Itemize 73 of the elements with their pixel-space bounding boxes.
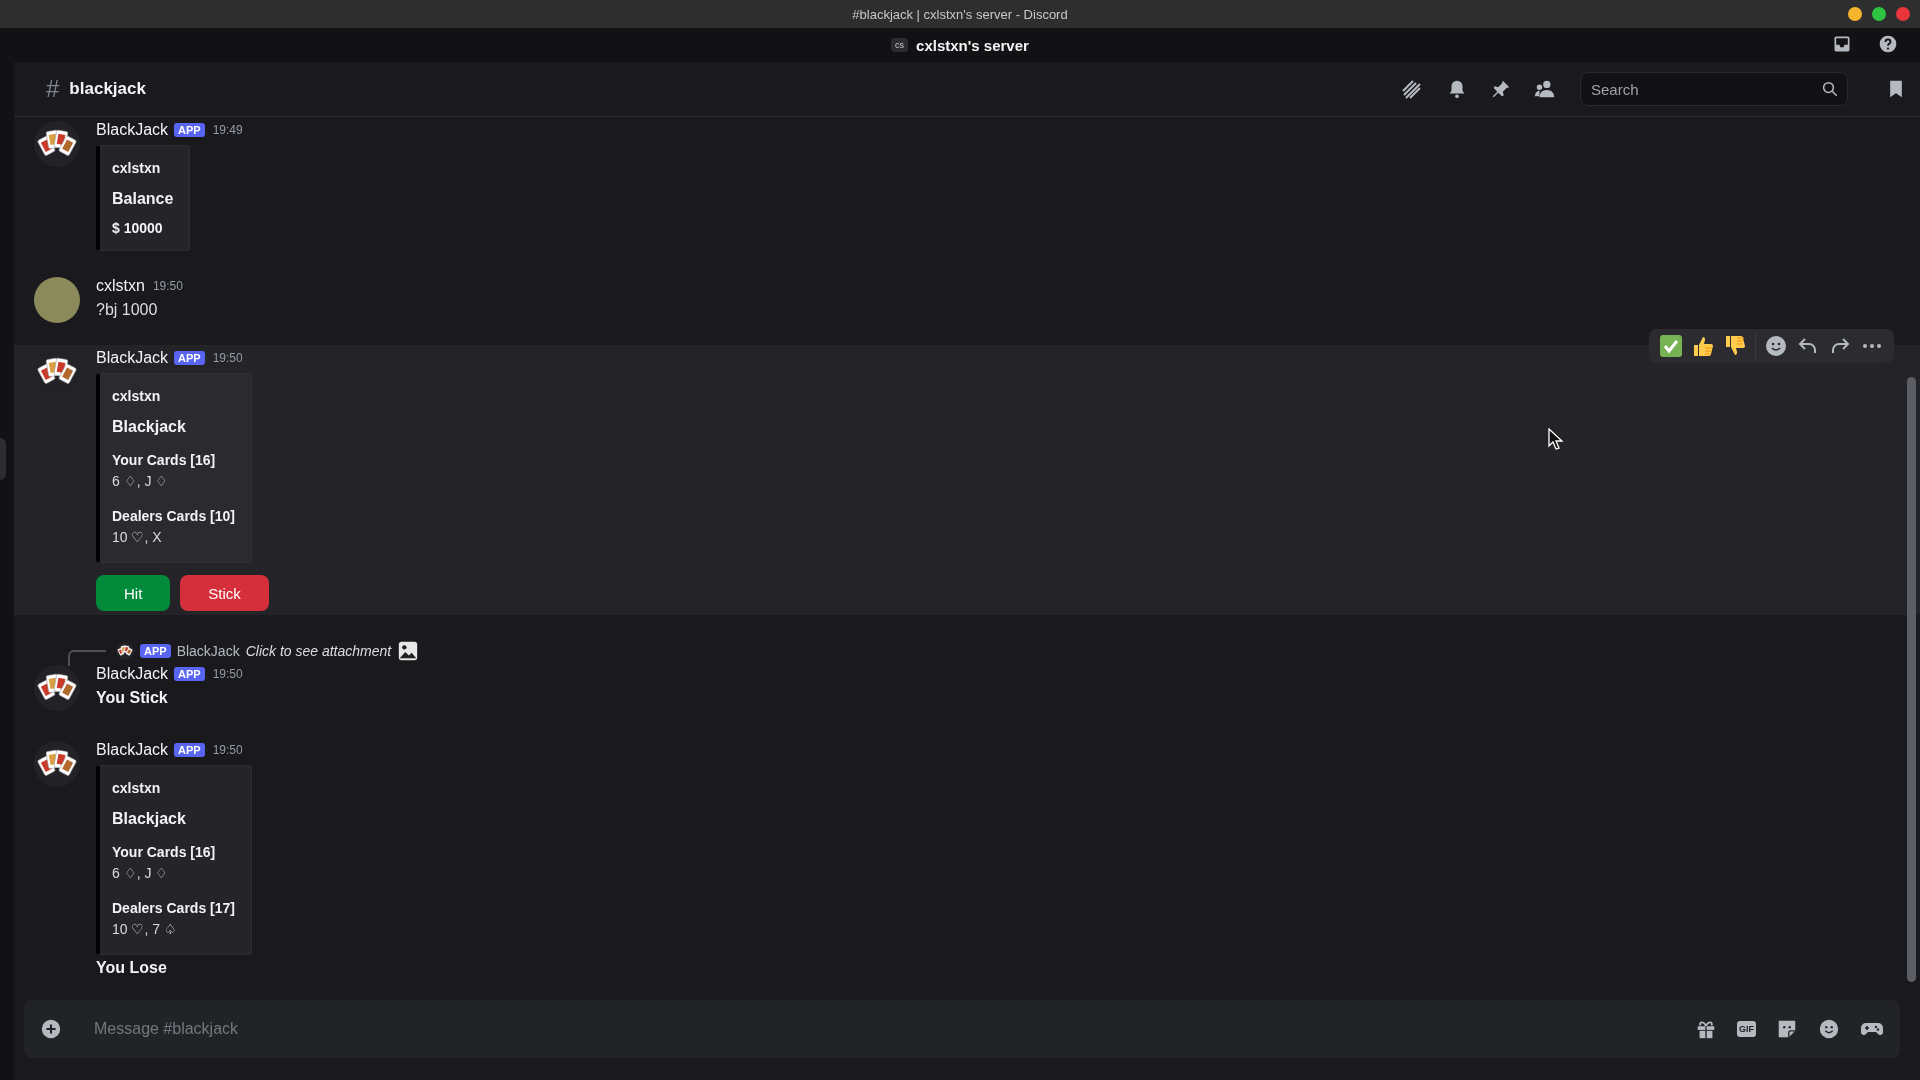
author-name[interactable]: BlackJack — [96, 349, 169, 367]
timestamp: 19:50 — [212, 667, 243, 681]
emoji-icon[interactable] — [1818, 1018, 1840, 1040]
author-name[interactable]: BlackJack — [96, 121, 169, 139]
timestamp: 19:50 — [212, 351, 243, 365]
message-text: You Stick — [96, 689, 169, 707]
members-icon[interactable] — [1534, 78, 1556, 100]
timestamp: 19:50 — [152, 279, 183, 293]
search-icon[interactable] — [1821, 80, 1839, 98]
author-name[interactable]: cxlstxn — [96, 277, 145, 295]
minimize-button[interactable] — [1848, 7, 1862, 21]
channel-name: blackjack — [69, 79, 147, 99]
app-badge: APP — [140, 644, 171, 658]
field-name: Dealers Cards [17] — [112, 899, 235, 918]
cards-avatar — [34, 741, 80, 787]
inbox-icon[interactable] — [1832, 34, 1852, 54]
add-icon[interactable] — [40, 1018, 62, 1040]
app-badge: APP — [174, 667, 205, 681]
threads-icon[interactable] — [1400, 77, 1424, 101]
server-icon: cs — [891, 38, 909, 52]
reply-text[interactable]: Click to see attachment — [245, 643, 392, 659]
scrollbar-thumb[interactable] — [1907, 377, 1916, 982]
embed-author: cxlstxn — [112, 780, 162, 796]
pin-icon[interactable] — [1490, 78, 1512, 100]
cards-icon — [116, 642, 134, 660]
mouse-cursor-icon — [1548, 428, 1564, 450]
sidebar-handle[interactable] — [0, 438, 6, 480]
embed-title: Balance — [112, 190, 174, 208]
search-field[interactable]: Search — [1580, 72, 1848, 106]
help-icon[interactable] — [1878, 34, 1898, 54]
field-name: Your Cards [16] — [112, 451, 217, 470]
server-name: cxlstxn's server — [916, 36, 1029, 54]
action-button[interactable]: Stick — [180, 575, 269, 611]
channel-hash-icon: # — [46, 75, 60, 103]
action-button[interactable]: Hit — [96, 575, 171, 611]
check-mark-icon[interactable] — [1659, 334, 1683, 358]
field-value: 10 ♡, X — [112, 528, 163, 547]
app-badge: APP — [174, 743, 205, 757]
embed-title: Blackjack — [112, 810, 187, 828]
maximize-button[interactable] — [1872, 7, 1886, 21]
image-icon[interactable] — [397, 640, 420, 662]
field-value: 6 ♢, J ♢ — [112, 472, 170, 491]
message-input[interactable]: Message #blackjack — [92, 1019, 1677, 1039]
emoji-icon[interactable] — [1764, 334, 1788, 358]
thumbs-up-icon[interactable] — [1691, 334, 1715, 358]
close-button[interactable] — [1896, 7, 1910, 21]
field-name: Your Cards [16] — [112, 843, 217, 862]
field-name: Dealers Cards [10] — [112, 507, 235, 526]
user-avatar — [34, 277, 80, 323]
author-name[interactable]: BlackJack — [96, 741, 169, 759]
reply-connector — [68, 650, 106, 666]
timestamp: 19:50 — [212, 743, 243, 757]
search-input[interactable]: Search — [1589, 79, 1821, 99]
cards-avatar — [34, 121, 80, 167]
author-name[interactable]: BlackJack — [96, 665, 169, 683]
cards-avatar — [34, 665, 80, 711]
embed-author: cxlstxn — [112, 388, 162, 404]
reply-author[interactable]: BlackJack — [176, 643, 240, 659]
embed-author: cxlstxn — [112, 160, 162, 176]
sticker-icon[interactable] — [1776, 1018, 1798, 1040]
app-badge: APP — [174, 123, 205, 137]
message-text: You Lose — [96, 959, 168, 977]
message-text: ?bj 1000 — [96, 301, 159, 319]
timestamp: 19:49 — [212, 123, 243, 137]
app-badge: APP — [174, 351, 205, 365]
gif-button[interactable]: GIF — [1737, 1021, 1756, 1037]
message-field[interactable]: Message #blackjack GIF — [24, 1000, 1900, 1058]
field-value: 10 ♡, 7 ♤ — [112, 920, 178, 939]
field-value: 6 ♢, J ♢ — [112, 864, 170, 883]
embed-description: $ 10000 — [112, 220, 164, 236]
thumbs-down-icon[interactable] — [1723, 334, 1747, 358]
embed-title: Blackjack — [112, 418, 187, 436]
window-title: #blackjack | cxlstxn's server - Discord — [852, 6, 1068, 22]
